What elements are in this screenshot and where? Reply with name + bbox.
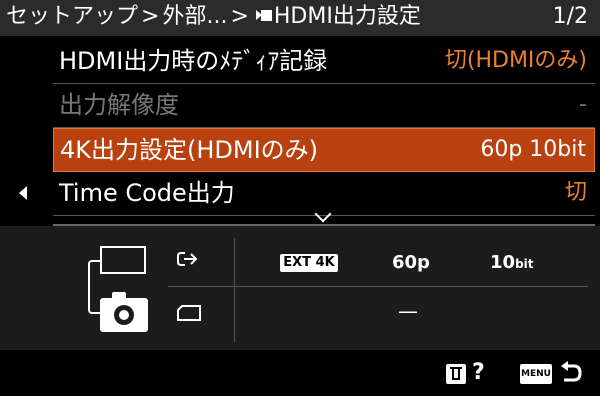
breadcrumb: セットアップ > 外部... > HDMI出力設定 [6, 2, 421, 32]
ext-4k-badge: EXT 4K [280, 254, 338, 272]
menu-item-media-record[interactable]: HDMI出力時のﾒﾃﾞｨｱ記録 切(HDMIのみ) [53, 40, 595, 84]
divider [168, 286, 588, 287]
menu-item-label: Time Code出力 [59, 179, 235, 207]
breadcrumb-separator: > [230, 4, 249, 29]
breadcrumb-setup[interactable]: セットアップ [6, 4, 138, 29]
divider [234, 238, 235, 342]
page-title: HDMI出力設定 [273, 4, 421, 29]
menu-item-4k-output[interactable]: 4K出力設定(HDMIのみ) 60p 10bit [53, 128, 595, 172]
menu-item-value: 60p 10bit [480, 137, 586, 162]
menu-item-value: 切 [564, 180, 587, 205]
output-arrow-icon [177, 252, 198, 266]
page-indicator: 1/2 [552, 4, 588, 29]
camera-lens [114, 305, 134, 325]
bit-depth-unit: bit [515, 257, 534, 271]
menu-item-label: 出力解像度 [59, 91, 179, 119]
menu-item-value: 切(HDMIのみ) [444, 48, 587, 73]
bit-depth-value: 10bit [490, 250, 534, 277]
menu-button[interactable]: MENU [520, 364, 552, 384]
monitor-icon [100, 246, 146, 274]
frame-rate-value: 60p [392, 252, 430, 273]
card-record-status: — [398, 299, 418, 323]
cable-icon [88, 260, 100, 314]
bit-depth-number: 10 [490, 252, 516, 273]
header-bar: セットアップ > 外部... > HDMI出力設定 1/2 [0, 0, 600, 36]
menu-item-label: HDMI出力時のﾒﾃﾞｨｱ記録 [59, 47, 328, 75]
movie-mode-icon [260, 9, 272, 21]
menu-item-value: - [579, 92, 587, 117]
trash-icon[interactable] [446, 364, 466, 384]
camera-top [112, 292, 126, 299]
breadcrumb-separator: > [141, 4, 160, 29]
menu-item-label: 4K出力設定(HDMIのみ) [60, 136, 319, 164]
camera-icon [100, 292, 148, 332]
back-arrow-icon[interactable] [558, 360, 584, 386]
menu-list: HDMI出力時のﾒﾃﾞｨｱ記録 切(HDMIのみ) 出力解像度 - 4K出力設定… [53, 40, 595, 216]
left-arrow-icon[interactable] [19, 186, 27, 200]
breadcrumb-external[interactable]: 外部... [162, 4, 227, 29]
help-button[interactable]: ? [472, 360, 485, 386]
memory-card-icon [177, 305, 201, 321]
menu-item-output-resolution: 出力解像度 - [53, 84, 595, 128]
output-info-panel: EXT 4K 60p 10bit — [0, 226, 600, 350]
